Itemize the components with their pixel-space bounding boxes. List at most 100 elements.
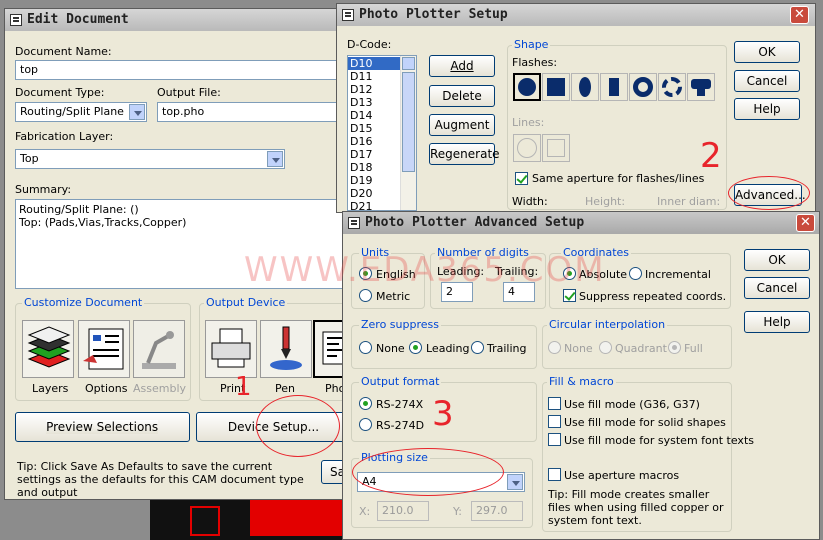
flashes-label: Flashes:: [512, 56, 558, 69]
advanced-setup-titlebar[interactable]: Photo Plotter Advanced Setup ✕: [343, 212, 819, 234]
preview-selections-button[interactable]: PPreview Selections: [15, 412, 190, 442]
fill-font-label: Use fill mode for system font texts: [564, 434, 754, 447]
help-button[interactable]: Help: [734, 98, 800, 120]
rs274x-label: RS-274X: [376, 398, 424, 411]
chevron-down-icon[interactable]: [129, 104, 145, 120]
close-icon[interactable]: ✕: [790, 6, 809, 24]
doc-name-label: Document Name:: [15, 45, 112, 58]
inner-diam-label: Inner diam:: [657, 195, 721, 208]
fill-macro-title: Fill & macro: [547, 375, 616, 388]
zero-leading-label: Leading: [426, 342, 470, 355]
delete-button[interactable]: Delete: [429, 85, 495, 107]
options-icon: [83, 328, 124, 370]
flash-target[interactable]: [687, 73, 715, 101]
annotation-number-2: 2: [700, 136, 722, 176]
dcode-list-item[interactable]: D10: [348, 57, 400, 70]
x-label: X:: [359, 505, 371, 518]
aperture-macros-label: Use aperture macros: [564, 469, 680, 482]
layers-label: Layers: [32, 382, 69, 395]
customize-document-title: Customize Document: [22, 296, 145, 309]
assembly-label: Assembly: [133, 382, 187, 395]
zero-leading-radio[interactable]: [409, 341, 422, 354]
incremental-label: Incremental: [645, 268, 711, 281]
same-aperture-label: Same aperture for flashes/lines: [532, 172, 705, 185]
fill-font-checkbox[interactable]: [548, 433, 561, 446]
scroll-thumb[interactable]: [402, 72, 415, 172]
dcode-list-item[interactable]: D16: [348, 135, 400, 148]
augment-button[interactable]: Augment: [429, 114, 495, 136]
dcode-list-item[interactable]: D18: [348, 161, 400, 174]
options-button[interactable]: [78, 320, 130, 378]
dcode-list-item[interactable]: D20: [348, 187, 400, 200]
advanced-help-button[interactable]: Help: [744, 311, 810, 333]
dcode-list-item[interactable]: D19: [348, 174, 400, 187]
fill-solid-checkbox[interactable]: [548, 415, 561, 428]
assembly-button: [133, 320, 185, 378]
output-file-input[interactable]: top.pho: [157, 102, 345, 122]
aperture-macros-checkbox[interactable]: [548, 468, 561, 481]
close-icon[interactable]: ✕: [796, 214, 815, 232]
dcode-list-item[interactable]: D13: [348, 96, 400, 109]
flash-rectangle[interactable]: [600, 73, 628, 101]
tip-text: Tip: Click Save As Defaults to save the …: [17, 460, 304, 499]
add-button[interactable]: Add: [429, 55, 495, 77]
dcode-label: D-Code:: [347, 38, 392, 51]
output-format-title: Output format: [359, 375, 442, 388]
zero-suppress-title: Zero suppress: [359, 318, 441, 331]
width-label: Width:: [512, 195, 548, 208]
layers-button[interactable]: [22, 320, 74, 378]
dcode-list-item[interactable]: D14: [348, 109, 400, 122]
regenerate-button[interactable]: Regenerate: [429, 143, 500, 165]
same-aperture-checkbox[interactable]: [515, 172, 528, 185]
annotation-circle-plotting-size: [352, 448, 504, 496]
flash-square[interactable]: [542, 73, 570, 101]
circ-none-label: None: [564, 342, 593, 355]
edit-document-titlebar[interactable]: Edit Document: [5, 9, 349, 31]
pen-button[interactable]: [260, 320, 312, 378]
zero-none-radio[interactable]: [359, 341, 372, 354]
dcode-list-item[interactable]: D17: [348, 148, 400, 161]
incremental-radio[interactable]: [629, 267, 642, 280]
advanced-cancel-button[interactable]: Cancel: [744, 277, 810, 299]
metric-radio[interactable]: [359, 289, 372, 302]
flash-oval[interactable]: [571, 73, 599, 101]
photo-plotter-setup-titlebar[interactable]: Photo Plotter Setup ✕: [337, 4, 815, 26]
chevron-down-icon[interactable]: [267, 151, 283, 167]
line-square: [542, 134, 570, 162]
dcode-list-item[interactable]: D11: [348, 70, 400, 83]
document-icon: [348, 217, 360, 229]
doc-name-input[interactable]: top: [15, 60, 345, 80]
ok-button[interactable]: OK: [734, 41, 800, 63]
fab-layer-select[interactable]: Top: [15, 149, 285, 169]
doc-type-select[interactable]: Routing/Split Plane: [15, 102, 147, 122]
x-size-input: 210.0: [377, 501, 429, 521]
dcode-scrollbar[interactable]: [400, 56, 416, 210]
dcode-list[interactable]: D10 D11 D12 D13 D14 D15 D16 D17 D18 D19 D20 D21: [347, 55, 417, 212]
zero-trailing-radio[interactable]: [471, 341, 484, 354]
flash-round[interactable]: [513, 73, 541, 101]
advanced-ok-button[interactable]: OK: [744, 249, 810, 271]
rs274d-radio[interactable]: [359, 418, 372, 431]
summary-line: Routing/Split Plane: (): [19, 203, 139, 216]
fill-mode-checkbox[interactable]: [548, 397, 561, 410]
scroll-up-icon[interactable]: [402, 57, 415, 70]
pen-label: Pen: [275, 382, 295, 395]
rs274x-radio[interactable]: [359, 397, 372, 410]
full-label: Full: [684, 342, 703, 355]
annotation-number-1: 1: [235, 372, 252, 402]
fab-layer-label: Fabrication Layer:: [15, 130, 114, 143]
cancel-button[interactable]: Cancel: [734, 70, 800, 92]
summary-label: Summary:: [15, 183, 72, 196]
suppress-coords-checkbox[interactable]: [563, 289, 576, 302]
print-button[interactable]: [205, 320, 257, 378]
dcode-list-item[interactable]: D12: [348, 83, 400, 96]
flash-thermal[interactable]: [658, 73, 686, 101]
zero-trailing-label: Trailing: [487, 342, 527, 355]
flash-annular[interactable]: [629, 73, 657, 101]
chevron-down-icon[interactable]: [507, 474, 523, 490]
circular-interp-title: Circular interpolation: [547, 318, 668, 331]
circ-none-radio: [548, 341, 561, 354]
dcode-list-item[interactable]: D15: [348, 122, 400, 135]
document-icon: [10, 14, 22, 26]
watermark-text: WWW.EDA365.COM: [244, 250, 606, 290]
